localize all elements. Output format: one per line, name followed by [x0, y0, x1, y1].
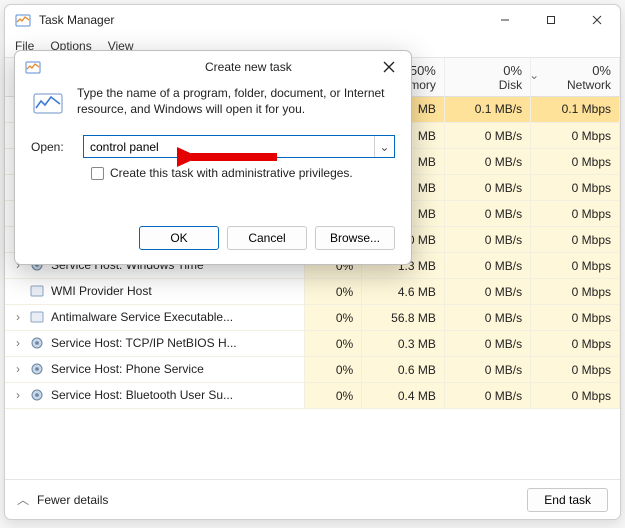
process-name: WMI Provider Host	[51, 284, 152, 298]
memory-cell: 56.8 MB	[362, 305, 445, 331]
fewer-details-label: Fewer details	[37, 493, 108, 507]
open-combobox[interactable]: ⌄	[83, 135, 395, 158]
minimize-button[interactable]	[482, 5, 528, 35]
gear-icon	[29, 387, 45, 403]
open-label: Open:	[31, 140, 73, 154]
network-cell: 0 Mbps	[531, 305, 620, 331]
process-name-cell[interactable]: › Antimalware Service Executable...	[5, 305, 305, 331]
network-cell: 0 Mbps	[531, 279, 620, 305]
memory-cell: 4.6 MB	[362, 279, 445, 305]
disk-cell: 0.1 MB/s	[444, 96, 530, 123]
disk-cell: 0 MB/s	[444, 253, 530, 279]
window-title: Task Manager	[39, 13, 482, 27]
col-network[interactable]: ⌄ 0% Network	[531, 58, 620, 96]
network-label: Network	[539, 78, 611, 92]
memory-cell: 0.3 MB	[362, 331, 445, 357]
process-name-cell[interactable]: › Service Host: TCP/IP NetBIOS H...	[5, 331, 305, 357]
disk-cell: 0 MB/s	[444, 123, 530, 149]
titlebar: Task Manager	[5, 5, 620, 35]
gear-icon	[29, 361, 45, 377]
process-row[interactable]: › Service Host: Bluetooth User Su... 0%0.4…	[5, 383, 620, 409]
network-cell: 0 Mbps	[531, 227, 620, 253]
network-cell: 0 Mbps	[531, 175, 620, 201]
cpu-cell: 0%	[305, 305, 362, 331]
create-new-task-dialog: Create new task Type the name of a progr…	[14, 50, 412, 265]
cpu-cell: 0%	[305, 357, 362, 383]
cpu-cell: 0%	[305, 279, 362, 305]
expand-icon[interactable]: ›	[13, 336, 23, 350]
app-icon	[29, 283, 45, 299]
run-icon	[31, 85, 65, 119]
dialog-description: Type the name of a program, folder, docu…	[77, 85, 395, 119]
disk-cell: 0 MB/s	[444, 201, 530, 227]
network-cell: 0 Mbps	[531, 383, 620, 409]
process-name-cell[interactable]: WMI Provider Host	[5, 279, 305, 305]
disk-label: Disk	[453, 78, 522, 92]
disk-cell: 0 MB/s	[444, 227, 530, 253]
process-name-cell[interactable]: › Service Host: Bluetooth User Su...	[5, 383, 305, 409]
admin-label: Create this task with administrative pri…	[110, 166, 353, 180]
process-name-cell[interactable]: › Service Host: Phone Service	[5, 357, 305, 383]
statusbar: ︿ Fewer details End task	[5, 479, 620, 519]
chevron-down-icon[interactable]: ⌄	[374, 136, 394, 157]
memory-cell: 0.6 MB	[362, 357, 445, 383]
expand-icon[interactable]: ›	[13, 310, 23, 324]
maximize-button[interactable]	[528, 5, 574, 35]
process-name: Service Host: Bluetooth User Su...	[51, 388, 233, 402]
network-cell: 0.1 Mbps	[531, 96, 620, 123]
admin-checkbox[interactable]	[91, 167, 104, 180]
disk-cell: 0 MB/s	[444, 331, 530, 357]
browse-button[interactable]: Browse...	[315, 226, 395, 250]
disk-cell: 0 MB/s	[444, 149, 530, 175]
end-task-button[interactable]: End task	[527, 488, 608, 512]
fewer-details-toggle[interactable]: ︿ Fewer details	[17, 491, 519, 508]
expand-icon[interactable]: ›	[13, 388, 23, 402]
open-input[interactable]	[84, 136, 374, 157]
task-manager-icon	[25, 59, 197, 75]
memory-cell: 0.4 MB	[362, 383, 445, 409]
disk-cell: 0 MB/s	[444, 279, 530, 305]
gear-icon	[29, 335, 45, 351]
network-cell: 0 Mbps	[531, 253, 620, 279]
chevron-up-icon: ︿	[17, 491, 29, 508]
network-cell: 0 Mbps	[531, 357, 620, 383]
process-row[interactable]: WMI Provider Host 0%4.6 MB0 MB/s0 Mbps	[5, 279, 620, 305]
disk-cell: 0 MB/s	[444, 383, 530, 409]
cpu-cell: 0%	[305, 331, 362, 357]
process-row[interactable]: › Service Host: TCP/IP NetBIOS H... 0%0.3 …	[5, 331, 620, 357]
process-row[interactable]: › Antimalware Service Executable... 0%56.8…	[5, 305, 620, 331]
task-manager-icon	[15, 12, 31, 28]
col-disk[interactable]: 0% Disk	[444, 58, 530, 96]
process-row[interactable]: › Service Host: Phone Service 0%0.6 MB0 MB…	[5, 357, 620, 383]
disk-cell: 0 MB/s	[444, 305, 530, 331]
process-name: Service Host: Phone Service	[51, 362, 204, 376]
app-icon	[29, 309, 45, 325]
close-button[interactable]	[574, 5, 620, 35]
network-cell: 0 Mbps	[531, 331, 620, 357]
chevron-down-icon: ⌄	[529, 68, 539, 82]
network-cell: 0 Mbps	[531, 201, 620, 227]
disk-cell: 0 MB/s	[444, 357, 530, 383]
process-name: Service Host: TCP/IP NetBIOS H...	[51, 336, 237, 350]
dialog-close-button[interactable]	[377, 55, 401, 79]
network-cell: 0 Mbps	[531, 123, 620, 149]
disk-cell: 0 MB/s	[444, 175, 530, 201]
expand-icon[interactable]: ›	[13, 362, 23, 376]
network-cell: 0 Mbps	[531, 149, 620, 175]
dialog-title: Create new task	[205, 60, 377, 74]
disk-pct: 0%	[453, 63, 522, 78]
process-name: Antimalware Service Executable...	[51, 310, 233, 324]
network-pct: 0%	[539, 63, 611, 78]
cancel-button[interactable]: Cancel	[227, 226, 307, 250]
ok-button[interactable]: OK	[139, 226, 219, 250]
dialog-titlebar: Create new task	[15, 51, 411, 83]
cpu-cell: 0%	[305, 383, 362, 409]
